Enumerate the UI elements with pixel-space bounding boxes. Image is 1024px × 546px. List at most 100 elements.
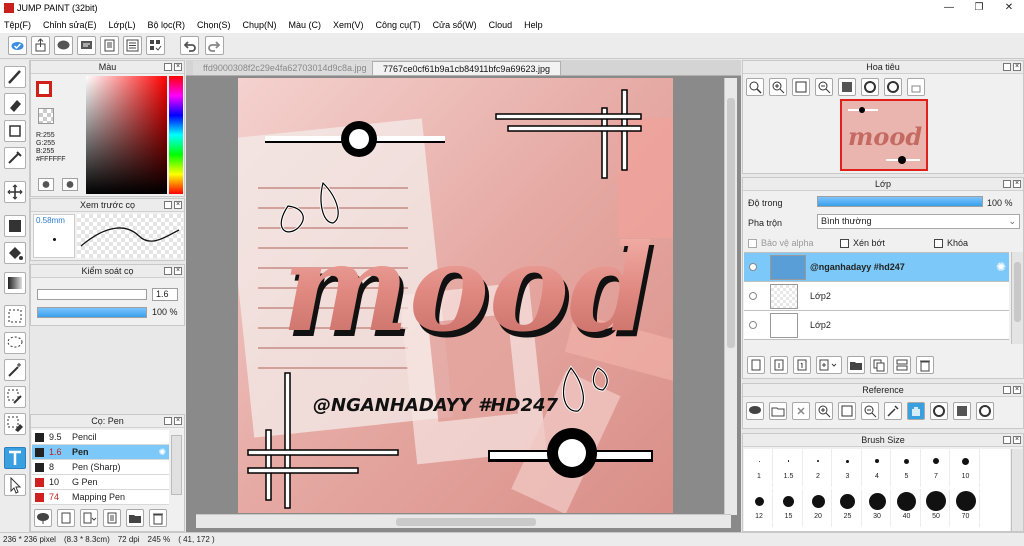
export-button[interactable]: [31, 36, 50, 55]
brush-item-mapping-pen[interactable]: 74 Mapping Pen: [32, 490, 169, 505]
operation-tool[interactable]: [4, 474, 26, 496]
layer-row[interactable]: Lớp2: [744, 282, 1009, 311]
panel-close-icon[interactable]: ×: [174, 267, 182, 275]
color-wheel-button[interactable]: [38, 178, 54, 191]
vertical-scroll-thumb[interactable]: [727, 98, 735, 348]
delete-layer-button[interactable]: [916, 356, 934, 374]
bucket-tool[interactable]: [4, 242, 26, 264]
reference-close-button[interactable]: [792, 402, 810, 420]
brush-size-cell[interactable]: 20: [804, 489, 832, 527]
reference-cloud-button[interactable]: [746, 402, 764, 420]
reset-rotation-button[interactable]: [907, 78, 925, 96]
brush-folder-button[interactable]: [126, 509, 144, 527]
minimize-button[interactable]: —: [934, 0, 964, 17]
reference-zoom-in-button[interactable]: [815, 402, 833, 420]
brush-size-cell[interactable]: 10: [952, 449, 980, 487]
brush-list-scrollbar[interactable]: [171, 435, 182, 495]
layer-opacity-slider[interactable]: [817, 196, 983, 207]
menu-tools[interactable]: Công cụ(T): [376, 20, 421, 30]
message-button[interactable]: [77, 36, 96, 55]
brush-size-cell[interactable]: 50: [922, 489, 950, 527]
foreground-color-swatch[interactable]: [36, 81, 52, 97]
rect-select-tool[interactable]: [4, 120, 26, 142]
canvas-vertical-scrollbar[interactable]: [724, 78, 737, 515]
artwork-canvas[interactable]: mood mood @NGANHADAYY #HD247: [238, 78, 673, 513]
new-brush-button[interactable]: [57, 509, 75, 527]
transparent-color-swatch[interactable]: [38, 108, 54, 124]
eye-icon[interactable]: [749, 263, 757, 271]
maximize-button[interactable]: ❐: [964, 0, 994, 17]
brush-copy-button[interactable]: [103, 509, 121, 527]
reference-flip-button[interactable]: [953, 402, 971, 420]
reference-fit-button[interactable]: [838, 402, 856, 420]
redo-button[interactable]: [205, 36, 224, 55]
menu-capture[interactable]: Chụp(N): [243, 20, 277, 30]
brush-size-cell[interactable]: 3: [834, 449, 862, 487]
menu-filter[interactable]: Bộ lọc(R): [147, 20, 185, 30]
brush-tool[interactable]: [4, 66, 26, 88]
brush-size-input[interactable]: 1.6: [152, 288, 178, 301]
brush-size-cell[interactable]: 2: [804, 449, 832, 487]
selection-eraser-tool[interactable]: [4, 413, 26, 435]
lock-checkbox[interactable]: Khóa: [934, 238, 968, 249]
brush-size-cell[interactable]: 30: [863, 489, 891, 527]
brush-size-cell[interactable]: 5: [893, 449, 921, 487]
panel-close-icon[interactable]: ×: [1013, 386, 1021, 394]
layer-list-scrollbar[interactable]: [1011, 252, 1023, 344]
brush-cloud-button[interactable]: [34, 509, 52, 527]
new-8bit-layer-button[interactable]: [793, 356, 811, 374]
brush-size-cell[interactable]: 40: [893, 489, 921, 527]
lasso-tool[interactable]: [4, 332, 26, 354]
gradient-tool[interactable]: [4, 272, 26, 294]
fill-rect-tool[interactable]: [4, 215, 26, 237]
grid-button[interactable]: [146, 36, 165, 55]
flip-button[interactable]: [838, 78, 856, 96]
merge-layer-button[interactable]: [893, 356, 911, 374]
navigator-thumbnail[interactable]: mood: [840, 99, 928, 171]
reference-rotate-button[interactable]: [930, 402, 948, 420]
eye-icon[interactable]: [749, 292, 757, 300]
blend-mode-select[interactable]: Bình thường ⌄: [817, 214, 1020, 229]
close-button[interactable]: ✕: [994, 0, 1024, 17]
new-folder-button[interactable]: [847, 356, 865, 374]
panel-close-icon[interactable]: ×: [1013, 436, 1021, 444]
fit-window-button[interactable]: [792, 78, 810, 96]
comment-button[interactable]: [54, 36, 73, 55]
menu-help[interactable]: Help: [524, 20, 543, 30]
menu-view[interactable]: Xem(V): [333, 20, 364, 30]
new-layer-button[interactable]: [747, 356, 765, 374]
brush-item-pen[interactable]: 1.6 Pen ✺: [32, 445, 169, 460]
reference-hand-button[interactable]: [907, 402, 925, 420]
zoom-in-button[interactable]: [769, 78, 787, 96]
menu-select[interactable]: Chọn(S): [197, 20, 231, 30]
panel-float-icon[interactable]: [1003, 180, 1011, 188]
text-tool[interactable]: [4, 447, 26, 469]
panel-float-icon[interactable]: [164, 417, 172, 425]
gear-icon[interactable]: ✺: [158, 445, 166, 459]
panel-float-icon[interactable]: [1003, 386, 1011, 394]
reference-eyedropper-button[interactable]: [884, 402, 902, 420]
panel-close-icon[interactable]: ×: [174, 63, 182, 71]
document-button[interactable]: [100, 36, 119, 55]
brush-size-cell[interactable]: 4: [863, 449, 891, 487]
reference-zoom-out-button[interactable]: [861, 402, 879, 420]
rotate-left-button[interactable]: [884, 78, 902, 96]
brush-delete-button[interactable]: [149, 509, 167, 527]
panel-close-icon[interactable]: ×: [174, 201, 182, 209]
protect-alpha-checkbox[interactable]: Bảo vệ alpha: [748, 238, 814, 249]
menu-window[interactable]: Cửa sổ(W): [433, 20, 477, 30]
menu-cloud[interactable]: Cloud: [489, 20, 513, 30]
brush-size-scrollbar[interactable]: [1011, 449, 1023, 531]
menu-layer[interactable]: Lớp(L): [109, 20, 136, 30]
reference-rotate-left-button[interactable]: [976, 402, 994, 420]
menu-edit[interactable]: Chỉnh sửa(E): [43, 20, 97, 30]
clipping-checkbox[interactable]: Xén bớt: [840, 238, 885, 249]
panel-float-icon[interactable]: [164, 63, 172, 71]
undo-button[interactable]: [180, 36, 199, 55]
hue-slider[interactable]: [169, 76, 183, 194]
gear-icon[interactable]: ✺: [996, 260, 1006, 274]
brush-item-g-pen[interactable]: 10 G Pen: [32, 475, 169, 490]
brush-size-slider[interactable]: [37, 289, 147, 300]
selection-pen-tool[interactable]: [4, 386, 26, 408]
brush-item-pen-sharp[interactable]: 8 Pen (Sharp): [32, 460, 169, 475]
